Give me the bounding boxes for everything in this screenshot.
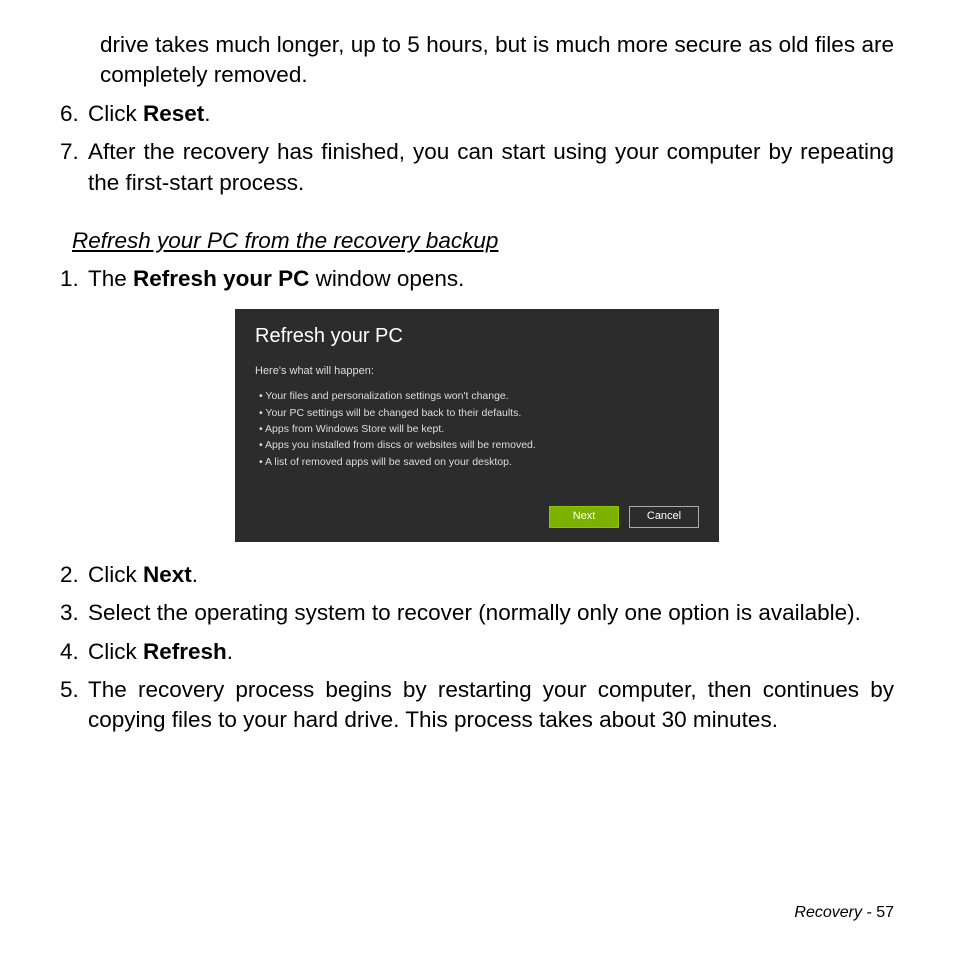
list-number: 4. xyxy=(60,637,88,667)
text-pre: Click xyxy=(88,639,143,664)
text-post: . xyxy=(192,562,198,587)
next-button[interactable]: Next xyxy=(549,506,619,528)
list-text: The recovery process begins by restartin… xyxy=(88,675,894,736)
list-item: 1. The Refresh your PC window opens. xyxy=(60,264,894,294)
dialog-bullet-list: Your files and personalization settings … xyxy=(259,388,699,469)
section-heading: Refresh your PC from the recovery backup xyxy=(72,226,894,256)
dialog-buttons: Next Cancel xyxy=(255,506,699,528)
list-text: Select the operating system to recover (… xyxy=(88,598,894,628)
list-number: 1. xyxy=(60,264,88,294)
text-bold: Refresh your PC xyxy=(133,266,309,291)
list-number: 2. xyxy=(60,560,88,590)
steps-list: 1. The Refresh your PC window opens. xyxy=(60,264,894,294)
post-steps-list: 2. Click Next. 3. Select the operating s… xyxy=(60,560,894,736)
top-steps-list: 6. Click Reset. 7. After the recovery ha… xyxy=(60,99,894,198)
dialog-bullet: Your PC settings will be changed back to… xyxy=(259,405,699,421)
list-number: 5. xyxy=(60,675,88,736)
footer-section: Recovery - xyxy=(794,904,876,921)
list-text: Click Next. xyxy=(88,560,894,590)
text-bold: Refresh xyxy=(143,639,227,664)
text-post: . xyxy=(204,101,210,126)
list-text: After the recovery has finished, you can… xyxy=(88,137,894,198)
dialog-bullet: A list of removed apps will be saved on … xyxy=(259,454,699,470)
list-number: 7. xyxy=(60,137,88,198)
list-text: The Refresh your PC window opens. xyxy=(88,264,894,294)
list-item: 7. After the recovery has finished, you … xyxy=(60,137,894,198)
list-text: Click Refresh. xyxy=(88,637,894,667)
list-number: 6. xyxy=(60,99,88,129)
dialog-bullet: Apps from Windows Store will be kept. xyxy=(259,421,699,437)
text-pre: Click xyxy=(88,101,143,126)
list-item: 3. Select the operating system to recove… xyxy=(60,598,894,628)
list-text: Click Reset. xyxy=(88,99,894,129)
list-number: 3. xyxy=(60,598,88,628)
dialog-bullet: Apps you installed from discs or website… xyxy=(259,437,699,453)
dialog-screenshot: Refresh your PC Here's what will happen:… xyxy=(60,309,894,542)
text-pre: Click xyxy=(88,562,143,587)
text-bold: Reset xyxy=(143,101,204,126)
list-item: 4. Click Refresh. xyxy=(60,637,894,667)
continuation-paragraph: drive takes much longer, up to 5 hours, … xyxy=(100,30,894,91)
refresh-pc-dialog: Refresh your PC Here's what will happen:… xyxy=(235,309,719,542)
dialog-title: Refresh your PC xyxy=(255,323,699,350)
text-bold: Next xyxy=(143,562,192,587)
page-number: 57 xyxy=(876,904,894,921)
text-post: window opens. xyxy=(309,266,464,291)
list-item: 2. Click Next. xyxy=(60,560,894,590)
page-footer: Recovery - 57 xyxy=(794,902,894,924)
cancel-button[interactable]: Cancel xyxy=(629,506,699,528)
dialog-subtitle: Here's what will happen: xyxy=(255,364,699,379)
dialog-bullet: Your files and personalization settings … xyxy=(259,388,699,404)
document-page: drive takes much longer, up to 5 hours, … xyxy=(0,0,954,954)
list-item: 5. The recovery process begins by restar… xyxy=(60,675,894,736)
text-pre: The xyxy=(88,266,133,291)
list-item: 6. Click Reset. xyxy=(60,99,894,129)
text-post: . xyxy=(227,639,233,664)
